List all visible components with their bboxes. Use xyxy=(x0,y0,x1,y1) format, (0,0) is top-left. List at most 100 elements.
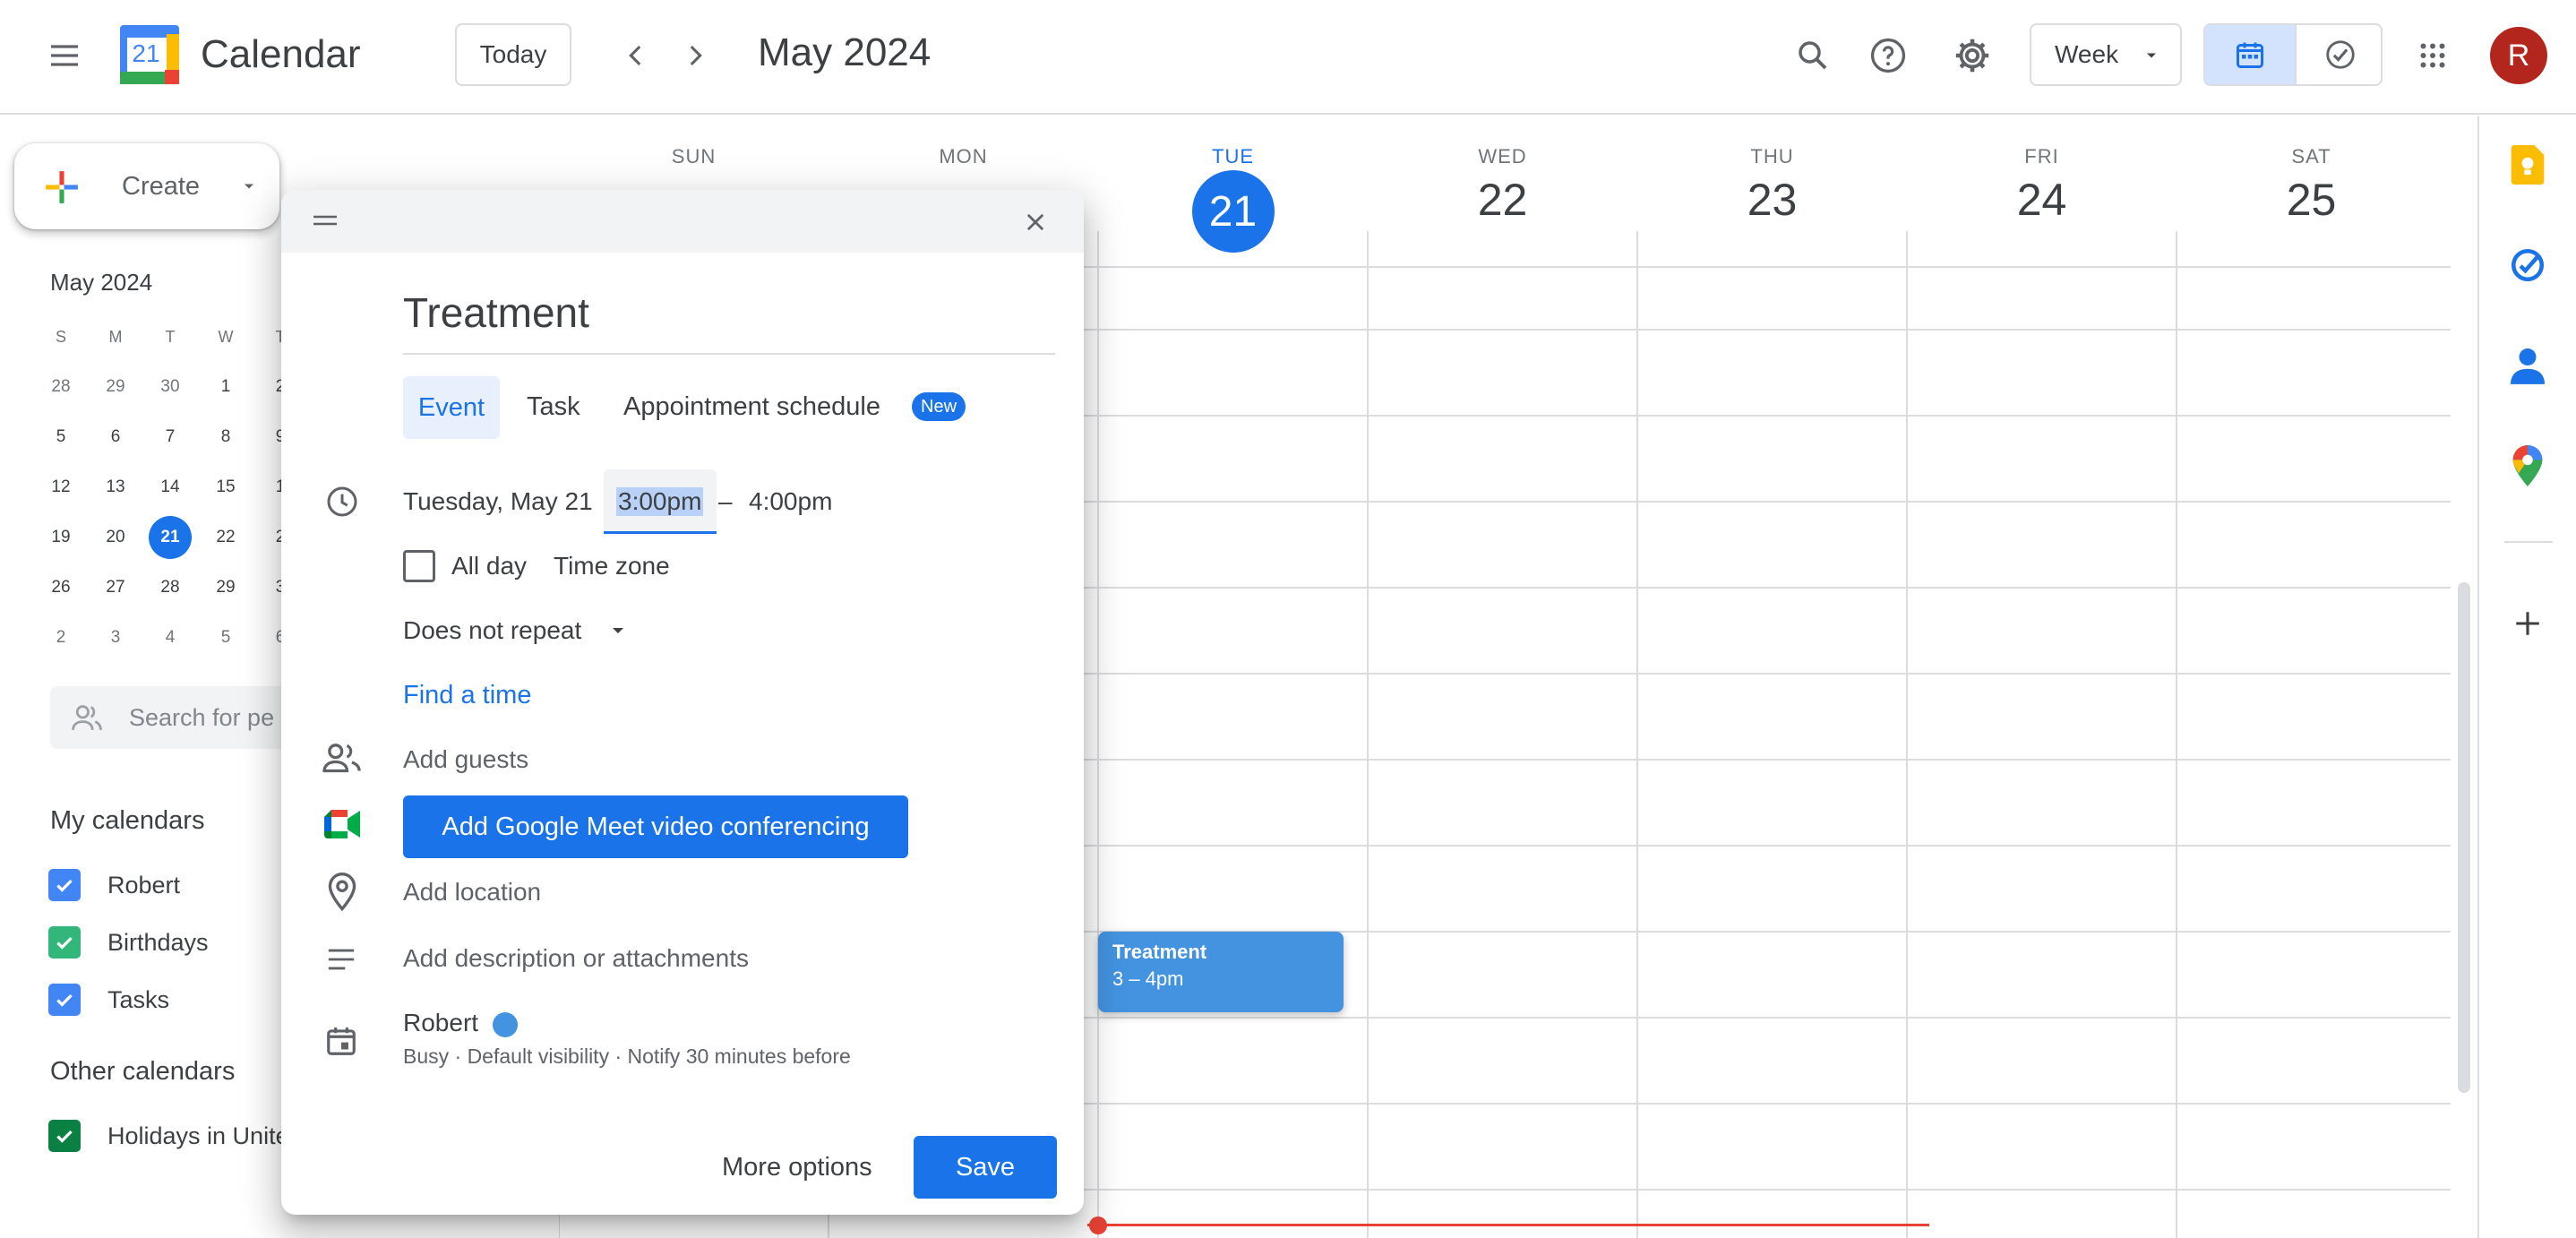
mini-calendar-day[interactable]: 8 xyxy=(204,416,247,459)
settings-gear-icon[interactable] xyxy=(1944,27,2001,84)
tab-appointment-schedule[interactable]: Appointment schedule xyxy=(623,392,880,422)
mini-weekday-label: S xyxy=(55,327,66,346)
search-icon[interactable] xyxy=(1784,27,1842,84)
repeat-select[interactable]: Does not repeat xyxy=(403,616,581,645)
mini-calendar-day[interactable]: 19 xyxy=(39,516,82,559)
add-guests-field[interactable]: Add guests xyxy=(403,745,528,774)
current-time-line xyxy=(1087,1224,1929,1226)
close-icon[interactable] xyxy=(1016,202,1055,242)
checkbox-checked-icon[interactable] xyxy=(48,1120,81,1152)
all-day-label: All day xyxy=(451,552,528,580)
view-select[interactable]: Week xyxy=(2030,23,2182,86)
add-addon-plus-icon[interactable] xyxy=(2508,604,2547,643)
other-calendars-heading[interactable]: Other calendars xyxy=(50,1057,235,1087)
mini-calendar-day[interactable]: 4 xyxy=(149,616,192,659)
mini-calendar-day[interactable]: 6 xyxy=(94,416,137,459)
create-label: Create xyxy=(122,172,201,201)
more-options-button[interactable]: More options xyxy=(722,1136,872,1199)
tasks-view-icon[interactable] xyxy=(2295,25,2381,84)
view-select-value: Week xyxy=(2055,40,2119,68)
other-calendar-holidays-in-unite[interactable]: Holidays in Unite xyxy=(48,1118,289,1154)
mini-calendar-day[interactable]: 5 xyxy=(204,616,247,659)
google-meet-icon xyxy=(324,810,360,838)
calendar-view-icon[interactable] xyxy=(2205,25,2295,84)
tab-task[interactable]: Task xyxy=(527,392,580,422)
time-range-dash: – xyxy=(718,487,733,515)
mini-calendar-day[interactable]: 14 xyxy=(149,466,192,509)
mini-calendar-day[interactable]: 15 xyxy=(204,466,247,509)
mini-calendar-day[interactable]: 7 xyxy=(149,416,192,459)
add-description-field[interactable]: Add description or attachments xyxy=(403,944,749,973)
checkbox-checked-icon[interactable] xyxy=(48,984,81,1016)
my-calendars-heading[interactable]: My calendars xyxy=(50,806,204,836)
repeat-dropdown-icon[interactable] xyxy=(607,620,629,641)
find-a-time-link[interactable]: Find a time xyxy=(403,681,531,710)
calendar-name: Tasks xyxy=(107,985,170,1013)
main-menu-icon[interactable] xyxy=(36,27,93,84)
calendar-color-dot[interactable] xyxy=(493,1012,518,1037)
title-input-value: Treatment xyxy=(403,289,589,336)
mini-calendar-day[interactable]: 20 xyxy=(94,516,137,559)
mini-calendar-day[interactable]: 28 xyxy=(149,566,192,609)
quick-event-dialog: Treatment Event Task Appointment schedul… xyxy=(281,190,1084,1215)
side-panel-rail xyxy=(2477,116,2576,1238)
add-location-field[interactable]: Add location xyxy=(403,878,541,907)
mini-calendar-day[interactable]: 21 xyxy=(149,516,192,559)
prev-week-icon[interactable] xyxy=(607,27,665,84)
mini-calendar-day[interactable]: 5 xyxy=(39,416,82,459)
today-button[interactable]: Today xyxy=(455,23,571,86)
mini-calendar-day[interactable]: 28 xyxy=(39,365,82,408)
checkbox-checked-icon[interactable] xyxy=(48,926,81,959)
mini-calendar-day[interactable]: 13 xyxy=(94,466,137,509)
mini-calendar-title: May 2024 xyxy=(50,269,153,296)
mini-calendar-day[interactable]: 29 xyxy=(94,365,137,408)
create-button[interactable]: Create xyxy=(14,143,279,229)
mini-weekday-label: W xyxy=(218,327,234,346)
help-icon[interactable] xyxy=(1859,27,1917,84)
my-calendar-tasks[interactable]: Tasks xyxy=(48,982,169,1018)
mini-calendar-day[interactable]: 29 xyxy=(204,566,247,609)
calendar-logo-icon[interactable]: 21 xyxy=(120,25,179,84)
tasks-icon[interactable] xyxy=(2506,244,2549,287)
search-people-field[interactable]: Search for pe xyxy=(50,686,319,749)
account-avatar[interactable]: R xyxy=(2490,27,2547,84)
all-day-checkbox[interactable] xyxy=(403,550,435,582)
new-badge: New xyxy=(912,392,966,421)
start-time-field[interactable]: 3:00pm xyxy=(604,469,717,534)
add-google-meet-button[interactable]: Add Google Meet video conferencing xyxy=(403,795,908,858)
tab-event[interactable]: Event xyxy=(403,376,500,439)
mini-calendar-day[interactable]: 3 xyxy=(94,616,137,659)
calendar-event-details[interactable]: Busy · Default visibility · Notify 30 mi… xyxy=(403,1045,851,1069)
calendar-name: Holidays in Unite xyxy=(107,1122,289,1149)
drag-handle-icon[interactable] xyxy=(312,211,339,229)
checkbox-checked-icon[interactable] xyxy=(48,869,81,901)
calendar-name: Birthdays xyxy=(107,928,209,956)
save-button[interactable]: Save xyxy=(914,1136,1057,1199)
mini-calendar-day[interactable]: 27 xyxy=(94,566,137,609)
mini-calendar-day[interactable]: 26 xyxy=(39,566,82,609)
maps-icon[interactable] xyxy=(2506,444,2549,487)
end-time-field[interactable]: 4:00pm xyxy=(749,487,832,516)
title-input[interactable]: Treatment xyxy=(403,288,1055,355)
event-date[interactable]: Tuesday, May 21 xyxy=(403,487,593,516)
dialog-drag-bar[interactable] xyxy=(281,190,1084,253)
mini-calendar-day[interactable]: 12 xyxy=(39,466,82,509)
event-chip-treatment[interactable]: Treatment 3 – 4pm xyxy=(1098,932,1344,1012)
mini-calendar-day[interactable]: 1 xyxy=(204,365,247,408)
keep-icon[interactable] xyxy=(2506,143,2549,186)
people-icon xyxy=(72,705,102,731)
time-zone-button[interactable]: Time zone xyxy=(554,552,670,580)
event-time: 3 – 4pm xyxy=(1112,967,1184,990)
mini-calendar-day[interactable]: 30 xyxy=(149,365,192,408)
contacts-icon[interactable] xyxy=(2506,344,2549,387)
my-calendar-robert[interactable]: Robert xyxy=(48,867,180,903)
scrollbar-thumb[interactable] xyxy=(2458,582,2470,1093)
app-title: Calendar xyxy=(201,32,361,76)
next-week-icon[interactable] xyxy=(666,27,724,84)
mini-calendar-day[interactable]: 22 xyxy=(204,516,247,559)
dropdown-arrow-icon xyxy=(2147,53,2156,58)
calendar-owner-name[interactable]: Robert xyxy=(403,1009,478,1037)
my-calendar-birthdays[interactable]: Birthdays xyxy=(48,924,209,960)
mini-calendar-day[interactable]: 2 xyxy=(39,616,82,659)
apps-grid-icon[interactable] xyxy=(2404,27,2461,84)
